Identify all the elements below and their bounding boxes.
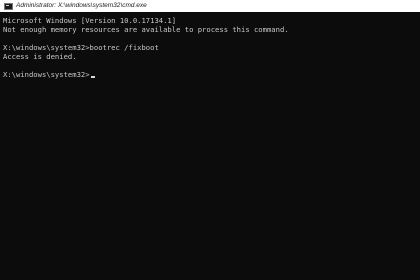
cmd-window: Administrator: X:\windows\system32\cmd.e… — [0, 0, 420, 280]
console-line-version: Microsoft Windows [Version 10.0.17134.1] — [3, 16, 177, 25]
console-output[interactable]: Microsoft Windows [Version 10.0.17134.1]… — [0, 12, 420, 79]
window-title: Administrator: X:\windows\system32\cmd.e… — [16, 2, 147, 9]
console-line-access-denied: Access is denied. — [3, 52, 77, 61]
cmd-icon — [4, 2, 13, 10]
console-prompt: X:\windows\system32> — [3, 70, 90, 79]
title-bar[interactable]: Administrator: X:\windows\system32\cmd.e… — [0, 0, 420, 12]
console-line-memory-error: Not enough memory resources are availabl… — [3, 25, 289, 34]
console-prompt-line[interactable]: X:\windows\system32> — [3, 70, 420, 79]
console-line-command: X:\windows\system32>bootrec /fixboot — [3, 43, 159, 52]
text-cursor — [90, 76, 95, 78]
